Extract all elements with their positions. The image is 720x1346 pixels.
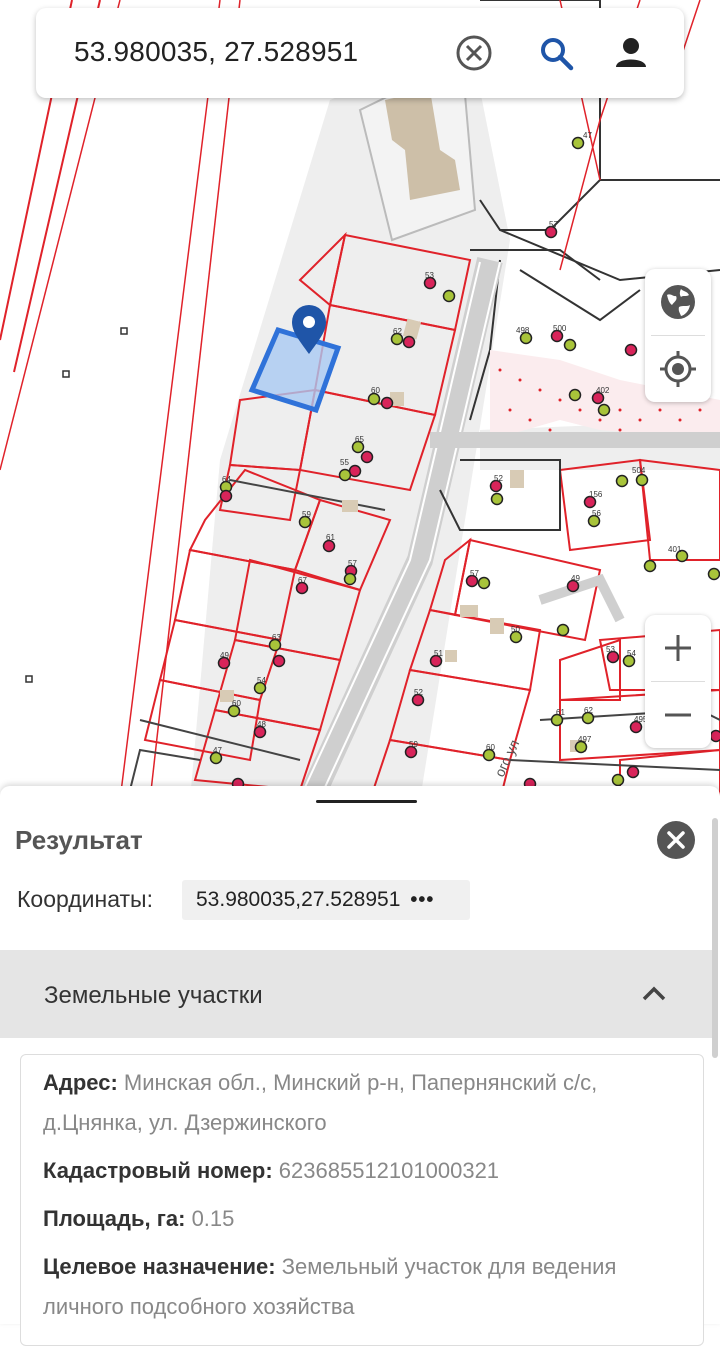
plot-number-label: 498 [516, 326, 530, 335]
more-options-icon[interactable]: ••• [410, 889, 434, 912]
minus-icon[interactable] [645, 682, 711, 748]
cadastral-label: Кадастровый номер: [43, 1158, 273, 1183]
land-plots-section-header[interactable]: Земельные участки [0, 950, 712, 1038]
plot-number-label: 52 [494, 474, 503, 483]
plot-number-label: 60 [486, 743, 495, 752]
section-title: Земельные участки [44, 982, 263, 1010]
address-label: Адрес: [43, 1070, 118, 1095]
drag-handle[interactable] [316, 800, 417, 803]
plot-number-label: 53 [606, 645, 615, 654]
plot-number-label: 54 [627, 649, 636, 658]
map-point-marker[interactable] [709, 569, 720, 580]
map-point-marker[interactable] [613, 775, 624, 786]
my-location-icon[interactable] [645, 336, 711, 402]
plot-number-label: 64 [222, 475, 231, 484]
map-point-marker[interactable] [617, 476, 628, 487]
globe-icon[interactable] [645, 269, 711, 335]
plot-number-label: 47 [213, 746, 222, 755]
coordinates-label: Координаты: [17, 886, 153, 913]
account-icon[interactable] [610, 32, 652, 74]
map-point-marker[interactable] [324, 541, 335, 552]
plot-number-label: 57 [470, 569, 479, 578]
plot-number-label: 497 [578, 735, 592, 744]
map-point-marker[interactable] [645, 561, 656, 572]
map-point-marker[interactable] [599, 405, 610, 416]
map-point-marker[interactable] [626, 345, 637, 356]
plot-number-label: 63 [272, 633, 281, 642]
plot-number-label: 402 [596, 386, 610, 395]
plot-number-label: 49 [220, 651, 229, 660]
map-point-marker[interactable] [345, 574, 356, 585]
cadastral-value: 623685512101000321 [273, 1158, 499, 1183]
plot-number-label: 57 [348, 559, 357, 568]
plot-number-label: 500 [553, 324, 567, 333]
map-point-marker[interactable] [369, 394, 380, 405]
map-point-marker[interactable] [558, 625, 569, 636]
zoom-controls [645, 615, 711, 748]
plot-number-label: 52 [414, 688, 423, 697]
plot-number-label: 54 [257, 676, 266, 685]
land-plot-card: Адрес: Минская обл., Минский р-н, Паперн… [20, 1054, 704, 1346]
plot-number-label: 504 [632, 466, 646, 475]
area-field: Площадь, га: 0.15 [43, 1199, 683, 1239]
map-point-marker[interactable] [362, 452, 373, 463]
scrollbar[interactable] [712, 818, 718, 1058]
cadastral-map[interactable]: ого ул 536260655564596157676349546048475… [0, 0, 720, 800]
plot-number-label: 49 [571, 574, 580, 583]
purpose-label: Целевое назначение: [43, 1254, 276, 1279]
map-point-marker[interactable] [479, 578, 490, 589]
map-point-marker[interactable] [221, 491, 232, 502]
plot-number-label: 156 [589, 490, 603, 499]
plot-number-label: 48 [257, 720, 266, 729]
panel-title: Результат [15, 825, 143, 856]
area-label: Площадь, га: [43, 1206, 185, 1231]
address-value: Минская обл., Минский р-н, Папернянский … [43, 1070, 597, 1135]
cadastral-field: Кадастровый номер: 623685512101000321 [43, 1151, 683, 1191]
map-point-marker[interactable] [444, 291, 455, 302]
search-input[interactable]: 53.980035, 27.528951 [74, 36, 358, 68]
plot-number-label: 61 [326, 533, 335, 542]
area-value: 0.15 [185, 1206, 234, 1231]
map-point-marker[interactable] [492, 494, 503, 505]
plot-number-label: 53 [425, 271, 434, 280]
map-point-marker[interactable] [711, 731, 720, 742]
search-bar[interactable]: 53.980035, 27.528951 [36, 8, 684, 98]
plot-number-label: 65 [355, 435, 364, 444]
coordinates-chip[interactable]: 53.980035,27.528951 ••• [182, 880, 470, 920]
map-point-marker[interactable] [570, 390, 581, 401]
plot-number-label: 47 [583, 131, 592, 140]
plot-number-label: 401 [668, 545, 682, 554]
address-field: Адрес: Минская обл., Минский р-н, Паперн… [43, 1063, 683, 1143]
result-panel: Результат Координаты: 53.980035,27.52895… [0, 786, 720, 1324]
plot-number-label: 62 [393, 327, 402, 336]
close-circle-icon[interactable] [453, 32, 495, 74]
purpose-field: Целевое назначение: Земельный участок дл… [43, 1247, 683, 1327]
map-point-marker[interactable] [637, 475, 648, 486]
plot-number-label: 56 [592, 509, 601, 518]
map-point-marker[interactable] [628, 767, 639, 778]
plot-number-label: 67 [298, 576, 307, 585]
plot-number-label: 50 [511, 625, 520, 634]
coordinates-value: 53.980035,27.528951 [196, 888, 400, 912]
plot-number-label: 55 [340, 458, 349, 467]
chevron-up-icon[interactable] [640, 980, 668, 1013]
map-tools [645, 269, 711, 402]
plot-number-label: 57 [549, 220, 558, 229]
plot-number-label: 59 [409, 740, 418, 749]
plot-number-label: 60 [371, 386, 380, 395]
map-point-marker[interactable] [340, 470, 351, 481]
plot-number-label: 60 [232, 699, 241, 708]
search-icon[interactable] [535, 32, 577, 74]
map-point-marker[interactable] [382, 398, 393, 409]
map-point-marker[interactable] [565, 340, 576, 351]
close-icon[interactable] [657, 821, 695, 859]
plus-icon[interactable] [645, 615, 711, 681]
plot-number-label: 62 [584, 706, 593, 715]
plot-number-label: 61 [556, 708, 565, 717]
map-point-marker[interactable] [404, 337, 415, 348]
map-point-marker[interactable] [573, 138, 584, 149]
map-point-marker[interactable] [274, 656, 285, 667]
plot-number-label: 59 [302, 510, 311, 519]
plot-number-label: 51 [434, 649, 443, 658]
